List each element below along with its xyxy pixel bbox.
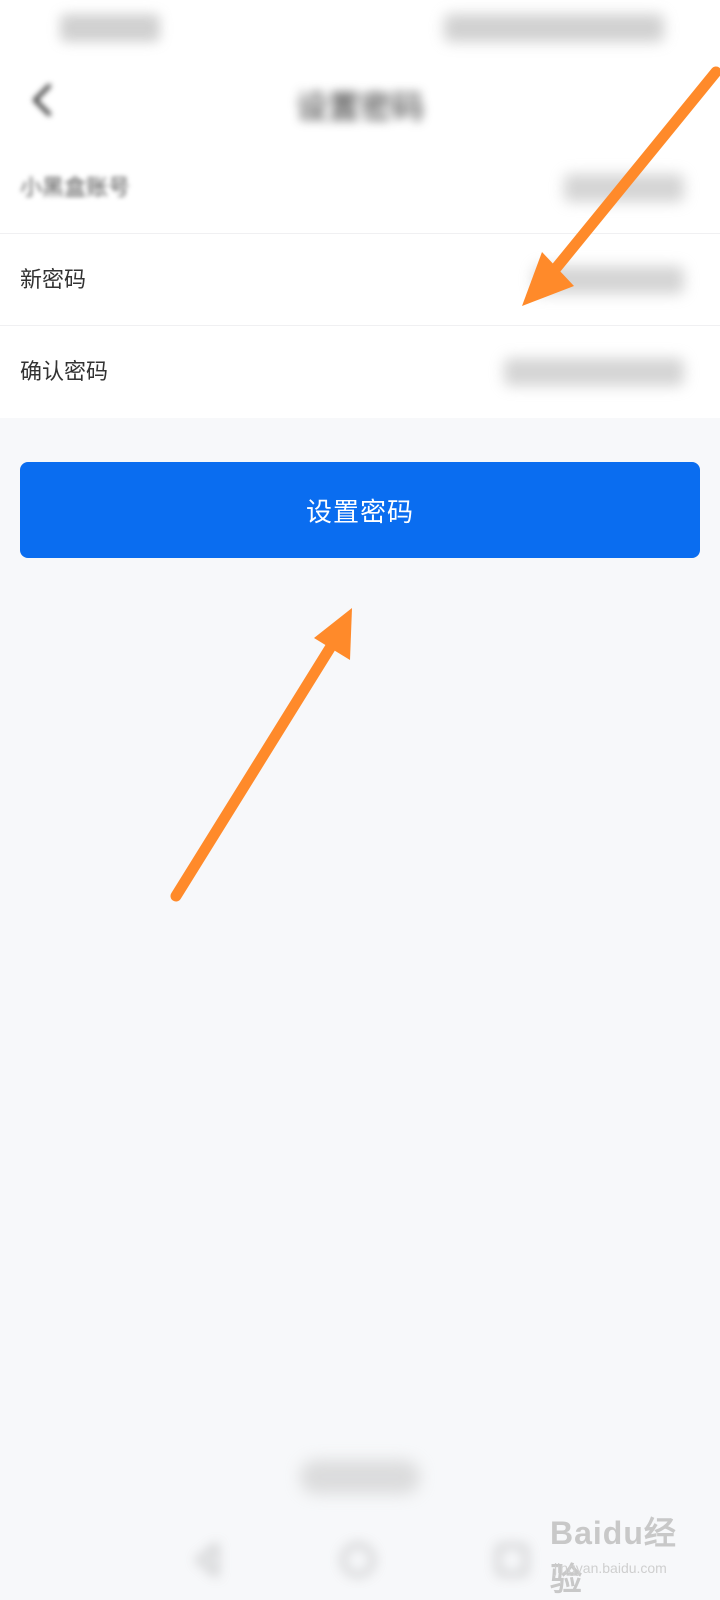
set-password-button[interactable]: 设置密码 xyxy=(20,462,700,558)
form-list: 小黑盒账号 新密码 确认密码 xyxy=(0,142,720,418)
new-password-input[interactable] xyxy=(534,266,684,294)
nav-back-icon[interactable] xyxy=(186,1538,230,1582)
watermark-url: jingyan.baidu.com xyxy=(554,1560,667,1576)
nav-recent-icon[interactable] xyxy=(490,1538,534,1582)
new-password-label: 新密码 xyxy=(20,268,87,293)
watermark-logo: Baidu经验 xyxy=(550,1515,677,1597)
arrow-to-button xyxy=(170,608,352,902)
status-left xyxy=(60,14,160,42)
status-bar xyxy=(0,0,720,60)
top-bar: 设置密码 xyxy=(0,60,720,142)
new-password-row[interactable]: 新密码 xyxy=(0,234,720,326)
confirm-password-row[interactable]: 确认密码 xyxy=(0,326,720,418)
confirm-password-label: 确认密码 xyxy=(20,360,109,385)
nav-home-icon[interactable] xyxy=(336,1538,380,1582)
account-label: 小黑盒账号 xyxy=(20,176,131,201)
watermark: Baidu经验 jingyan.baidu.com xyxy=(550,1502,700,1597)
account-row: 小黑盒账号 xyxy=(0,142,720,234)
status-right xyxy=(444,14,664,42)
confirm-password-input[interactable] xyxy=(504,358,684,386)
page-title: 设置密码 xyxy=(295,88,424,126)
account-value xyxy=(564,174,684,202)
footer-hint xyxy=(300,1460,420,1494)
phone-screen: 设置密码 小黑盒账号 新密码 确认密码 设置密码 Baidu经验 jingyan… xyxy=(0,0,720,1600)
